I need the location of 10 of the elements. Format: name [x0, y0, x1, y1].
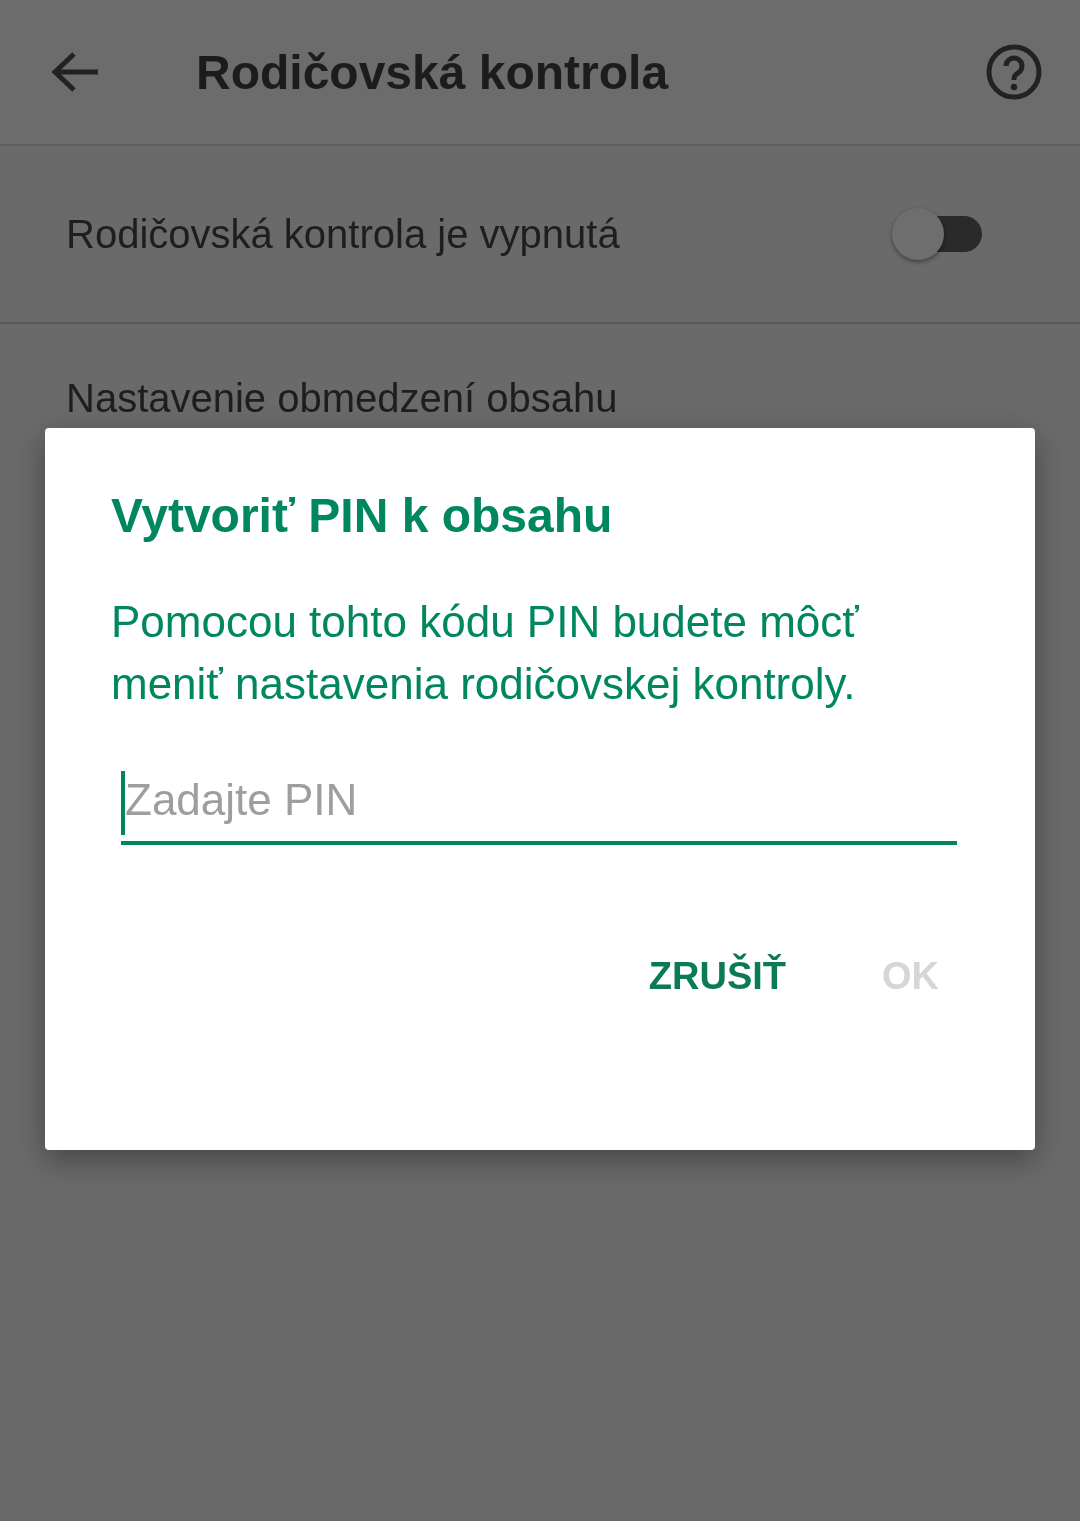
pin-field[interactable]: Zadajte PIN — [121, 759, 957, 845]
back-icon[interactable] — [50, 51, 100, 93]
setting-label: Rodičovská kontrola je vypnutá — [66, 211, 620, 257]
app-bar-title: Rodičovská kontrola — [196, 44, 670, 100]
dialog-message: Pomocou tohto kódu PIN budete môcť meniť nastavenia rodičovskej kontroly. — [111, 596, 860, 710]
dialog-button[interactable]: ZRUŠIŤ — [630, 945, 804, 1008]
setting-label: Nastavenie obmedzení obsahu — [66, 376, 618, 421]
toggle-switch[interactable] — [892, 208, 984, 260]
help-icon[interactable] — [986, 44, 1042, 100]
dialog-title: Vytvoriť PIN k obsahu — [111, 488, 614, 543]
